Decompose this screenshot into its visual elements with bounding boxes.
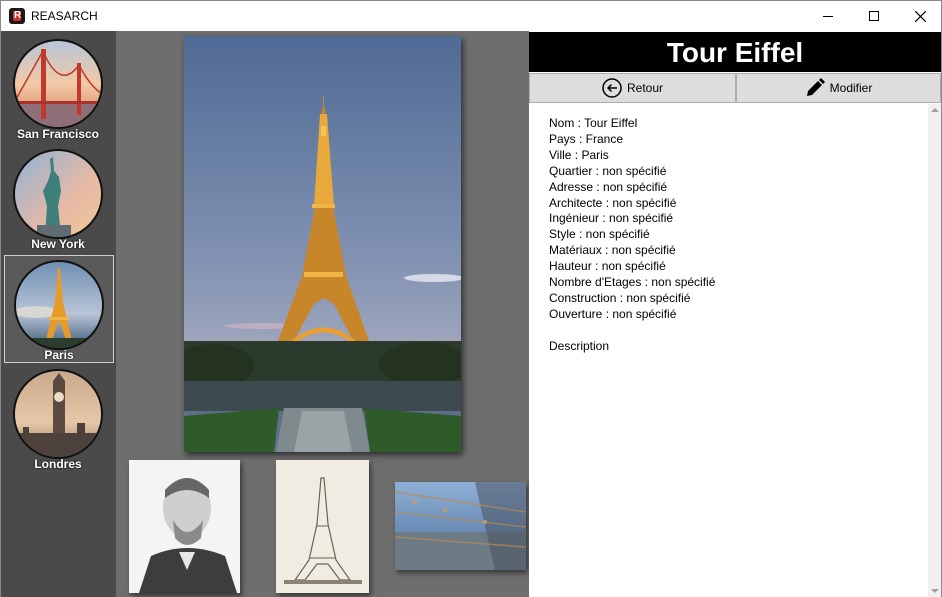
sidebar-item-new-york[interactable]: New York [4,145,114,253]
close-button[interactable] [897,1,942,31]
minimize-button[interactable] [805,1,851,31]
field-construction: Construction : non spécifié [549,290,691,305]
sidebar-item-label: Paris [44,348,74,362]
sidebar-item-san-francisco[interactable]: San Francisco [4,35,114,143]
app-window: R REASARCH San Francisco New York Paris … [0,0,942,597]
view-from-top-thumbnail[interactable] [395,482,526,570]
sidebar-item-paris[interactable]: Paris [4,255,114,363]
edit-button-label: Modifier [829,81,873,95]
golden-gate-thumbnail [13,39,103,129]
field-quartier: Quartier : non spécifié [549,163,667,178]
maximize-button[interactable] [851,1,897,31]
field-ingenieur: Ingénieur : non spécifié [549,211,674,226]
sidebar-item-label: New York [31,237,85,251]
sidebar-item-label: San Francisco [16,127,100,141]
window-title: REASARCH [31,9,98,23]
field-nom: Nom : Tour Eiffel [549,116,638,130]
field-adresse: Adresse : non spécifié [549,179,668,194]
back-button[interactable]: Retour [529,73,736,103]
big-ben-thumbnail [13,369,103,459]
title-bar: R REASARCH [1,1,941,31]
description-label: Description [549,338,610,353]
field-ville: Ville : Paris [549,147,609,162]
back-button-label: Retour [626,81,664,95]
maximize-icon [869,11,879,21]
detail-scrollbar[interactable] [928,104,941,597]
field-ouverture: Ouverture : non spécifié [549,306,677,321]
close-icon [914,10,926,22]
photo-gallery [116,31,529,597]
field-etages: Nombre d'Etages : non spécifié [549,275,716,290]
minimize-icon [823,15,833,17]
arrow-left-circle-icon [602,78,622,98]
field-hauteur: Hauteur : non spécifié [549,259,666,274]
sidebar-item-londres[interactable]: Londres [4,365,114,473]
app-logo-icon: R [9,8,25,24]
main-photo[interactable] [184,36,461,452]
monument-info: Nom : Tour Eiffel Pays : France Ville : … [549,116,715,355]
edit-button[interactable]: Modifier [736,73,941,103]
field-pays: Pays : France [549,131,624,146]
field-materiaux: Matériaux : non spécifié [549,243,676,258]
city-sidebar: San Francisco New York Paris Londres [1,31,116,597]
scroll-down-icon[interactable] [931,589,939,593]
pencil-icon [806,78,825,96]
portrait-thumbnail[interactable] [129,460,240,593]
eiffel-tower-thumbnail [14,260,104,350]
field-style: Style : non spécifié [549,227,650,242]
detail-panel: Tour Eiffel Retour Modifier Nom : Tour E… [529,31,941,597]
scroll-up-icon[interactable] [931,108,939,112]
field-architecte: Architecte : non spécifié [549,195,677,210]
sidebar-item-label: Londres [34,457,82,471]
statue-of-liberty-thumbnail [13,149,103,239]
monument-title: Tour Eiffel [529,32,941,72]
engraving-thumbnail[interactable] [276,460,369,593]
